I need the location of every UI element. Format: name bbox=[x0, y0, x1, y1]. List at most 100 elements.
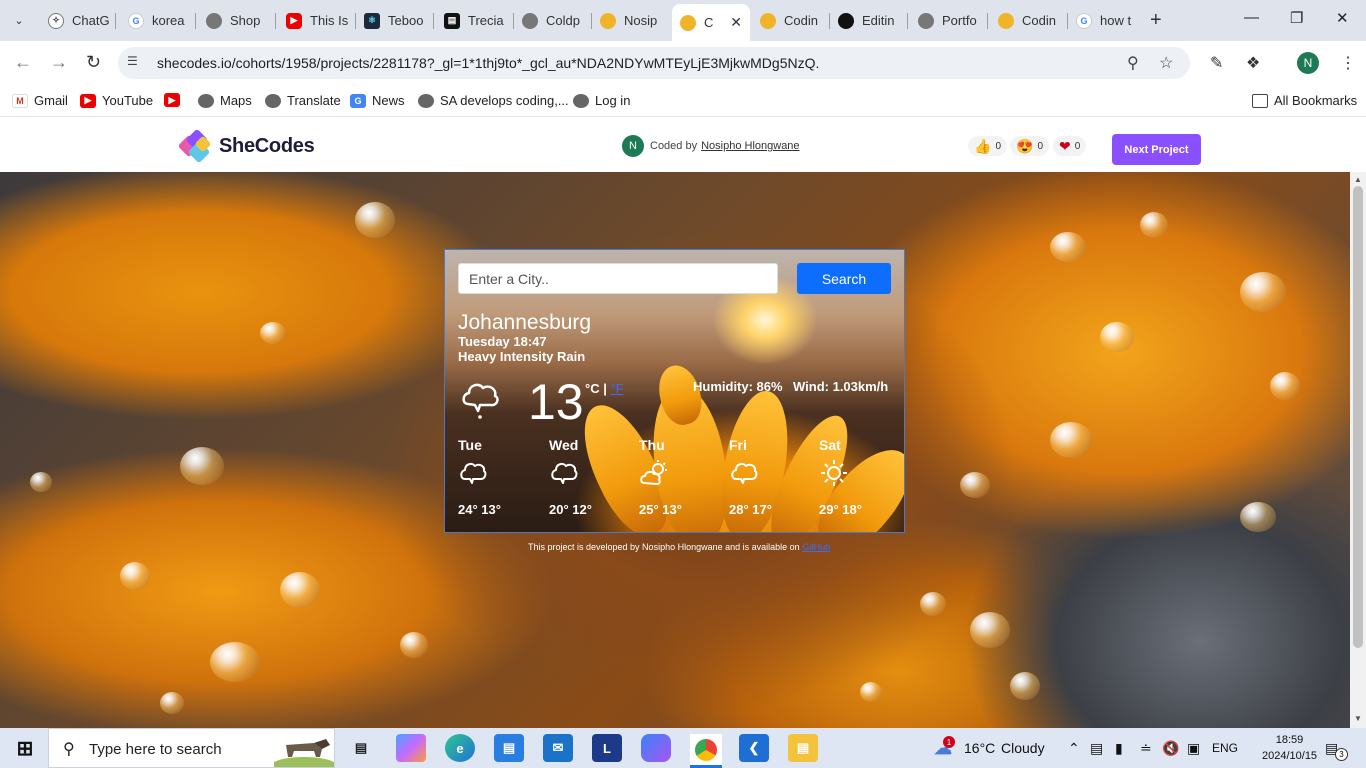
taskbar-search[interactable]: ⚲ Type here to search bbox=[48, 728, 335, 768]
forecast-temps: 24° 13° bbox=[458, 502, 501, 517]
tab-google-korea[interactable]: G korea bbox=[120, 6, 196, 35]
wifi-icon[interactable]: ≐ bbox=[1140, 740, 1152, 757]
language-indicator[interactable]: ENG bbox=[1212, 741, 1238, 755]
chevron-up-icon[interactable]: ⌃ bbox=[1068, 740, 1080, 757]
tab-search-chevron-icon[interactable]: ⌄ bbox=[6, 8, 32, 32]
page-scrollbar[interactable]: ▲ ▼ bbox=[1350, 172, 1366, 728]
menu-kebab-icon[interactable]: ⋮ bbox=[1340, 53, 1356, 73]
restore-icon[interactable]: ❐ bbox=[1290, 9, 1303, 27]
tab-label: ChatG bbox=[72, 13, 110, 28]
github-link[interactable]: GitHub bbox=[802, 542, 830, 552]
reload-icon[interactable]: ↻ bbox=[86, 52, 101, 73]
store-icon[interactable]: ▤ bbox=[494, 734, 524, 762]
taskbar-clock[interactable]: 18:59 2024/10/15 bbox=[1262, 732, 1317, 764]
tab-active-shecodes[interactable]: C ✕ bbox=[672, 4, 750, 41]
forecast-day-name: Wed bbox=[549, 437, 579, 453]
fahrenheit-link[interactable]: °F bbox=[610, 381, 623, 396]
mail-icon[interactable]: ✉ bbox=[543, 734, 573, 762]
author-link[interactable]: Nosipho Hlongwane bbox=[701, 140, 799, 152]
windows-start-icon[interactable]: ⊞ bbox=[10, 734, 40, 762]
bookmark-news[interactable]: G News bbox=[350, 93, 405, 108]
volume-muted-icon[interactable]: 🔇 bbox=[1162, 740, 1179, 757]
edge-icon[interactable]: e bbox=[445, 734, 475, 762]
tab-github-editing[interactable]: Editin bbox=[830, 6, 908, 35]
bookmark-gmail[interactable]: M Gmail bbox=[12, 93, 68, 108]
tab-coding-1[interactable]: Codin bbox=[752, 6, 830, 35]
all-bookmarks[interactable]: All Bookmarks bbox=[1252, 93, 1357, 108]
forecast-day-name: Fri bbox=[729, 437, 747, 453]
partly-sunny-icon bbox=[640, 460, 667, 485]
task-view-icon[interactable]: ▤ bbox=[346, 734, 376, 762]
pen-extension-icon[interactable]: ✎ bbox=[1210, 53, 1223, 73]
reaction-heart-eyes[interactable]: 😍 0 bbox=[1010, 136, 1049, 156]
tray-network-icon[interactable]: ▤ bbox=[1090, 740, 1103, 757]
bookmark-star-icon[interactable]: ☆ bbox=[1159, 53, 1173, 73]
scroll-up-arrow-icon[interactable]: ▲ bbox=[1354, 175, 1362, 184]
copilot-icon[interactable] bbox=[396, 734, 426, 762]
next-project-button[interactable]: Next Project bbox=[1112, 134, 1201, 165]
coded-by: N Coded by Nosipho Hlongwane bbox=[622, 135, 800, 157]
new-tab-plus-icon[interactable]: + bbox=[1150, 9, 1162, 32]
tab-coldplay[interactable]: Coldp bbox=[514, 6, 592, 35]
m365-icon[interactable] bbox=[641, 734, 671, 762]
globe-icon bbox=[573, 93, 589, 108]
url-text[interactable]: shecodes.io/cohorts/1958/projects/228117… bbox=[157, 55, 819, 71]
tab-chatgpt[interactable]: ✧ ChatG bbox=[40, 6, 116, 35]
minimize-icon[interactable]: — bbox=[1244, 9, 1259, 26]
forecast-day: Sat 29° 18° bbox=[819, 437, 899, 517]
extensions-puzzle-icon[interactable]: ❖ bbox=[1246, 53, 1260, 73]
zoom-icon[interactable]: ⚲ bbox=[1127, 53, 1139, 73]
shecodes-header: SheCodes N Coded by Nosipho Hlongwane 👍 … bbox=[0, 118, 1366, 172]
tab-label: Trecia bbox=[468, 13, 504, 28]
scrollbar-thumb[interactable] bbox=[1353, 186, 1363, 648]
bookmark-youtube[interactable]: ▶ YouTube bbox=[80, 93, 153, 108]
bookmark-maps[interactable]: Maps bbox=[198, 93, 252, 108]
bookmark-sa-develops[interactable]: SA develops coding,... bbox=[418, 93, 569, 108]
forecast-day-name: Sat bbox=[819, 437, 841, 453]
window-close-icon[interactable]: ✕ bbox=[1336, 9, 1349, 27]
logo-text: SheCodes bbox=[219, 134, 315, 157]
youtube-icon: ▶ bbox=[164, 93, 180, 107]
scroll-down-arrow-icon[interactable]: ▼ bbox=[1354, 714, 1362, 723]
forward-arrow-icon[interactable]: → bbox=[50, 52, 68, 73]
reaction-thumbs-up[interactable]: 👍 0 bbox=[968, 136, 1007, 156]
reaction-heart[interactable]: ❤ 0 bbox=[1053, 136, 1087, 156]
close-tab-icon[interactable]: ✕ bbox=[730, 14, 742, 31]
address-bar[interactable]: ☰ shecodes.io/cohorts/1958/projects/2281… bbox=[118, 47, 1190, 79]
tab-label: This Is bbox=[310, 13, 349, 28]
bookmark-label: Log in bbox=[595, 93, 631, 108]
shecodes-logo[interactable]: SheCodes bbox=[177, 128, 315, 164]
reaction-count: 0 bbox=[1074, 140, 1081, 152]
cloud-icon bbox=[460, 462, 487, 484]
tab-portfolio[interactable]: Portfo bbox=[910, 6, 988, 35]
display-icon[interactable]: ▣ bbox=[1187, 740, 1200, 757]
back-arrow-icon[interactable]: ← bbox=[14, 52, 32, 73]
file-explorer-icon[interactable]: ▤ bbox=[788, 734, 818, 762]
bookmark-login[interactable]: Log in bbox=[573, 93, 630, 108]
vscode-icon[interactable]: ❮ bbox=[739, 734, 769, 762]
celsius-label: °C | bbox=[585, 381, 607, 396]
globe-icon bbox=[206, 12, 222, 29]
taskbar-weather-temp[interactable]: 16°C bbox=[964, 740, 995, 756]
l-app-icon[interactable]: L bbox=[592, 734, 622, 762]
taskbar-weather-desc[interactable]: Cloudy bbox=[1001, 740, 1045, 756]
tab-teboo[interactable]: ⚛ Teboo bbox=[356, 6, 434, 35]
battery-icon[interactable]: ▮ bbox=[1115, 740, 1123, 757]
bookmark-label: YouTube bbox=[102, 93, 154, 108]
city-search-input[interactable] bbox=[458, 263, 778, 294]
tab-youtube[interactable]: ▶ This Is bbox=[278, 6, 356, 35]
bookmark-youtube-2[interactable]: ▶ bbox=[164, 93, 186, 107]
bookmark-label: News bbox=[372, 93, 405, 108]
chrome-taskbar-icon[interactable] bbox=[690, 734, 722, 768]
site-info-icon[interactable]: ☰ bbox=[127, 54, 145, 72]
bookmark-translate[interactable]: Translate bbox=[265, 93, 341, 108]
tab-nosipho[interactable]: Nosip bbox=[592, 6, 670, 35]
profile-avatar[interactable]: N bbox=[1297, 52, 1319, 74]
tab-shop[interactable]: Shop bbox=[198, 6, 276, 35]
tab-google-how[interactable]: G how t bbox=[1068, 6, 1144, 35]
search-button[interactable]: Search bbox=[797, 263, 891, 294]
tab-trecia[interactable]: ▤ Trecia bbox=[436, 6, 514, 35]
globe-icon bbox=[918, 12, 934, 29]
tab-coding-2[interactable]: Codin bbox=[990, 6, 1068, 35]
news-icon: G bbox=[350, 93, 366, 108]
